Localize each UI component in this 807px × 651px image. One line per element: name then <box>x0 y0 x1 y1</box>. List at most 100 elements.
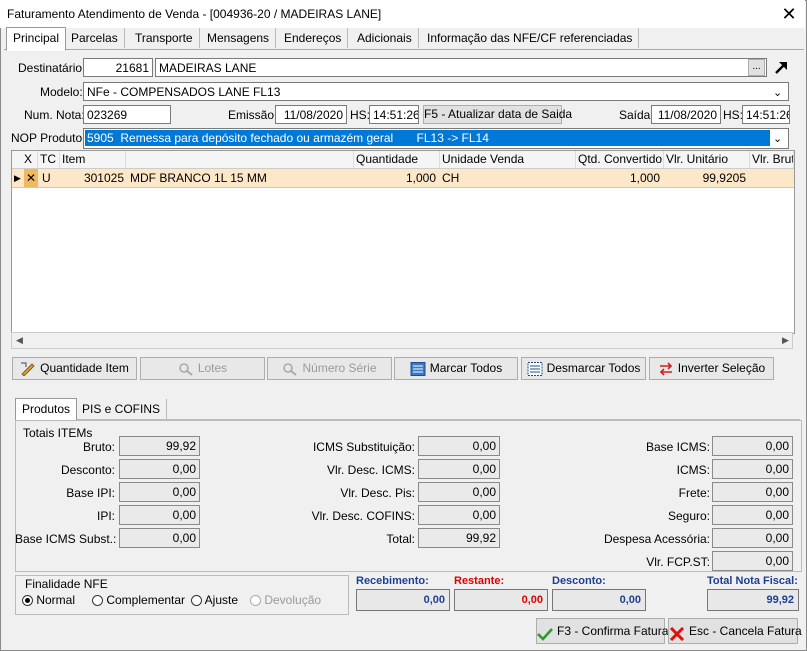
cell-qtd-convertido: 1,000 <box>629 171 660 185</box>
emissao-date-field[interactable]: 11/08/2020 <box>275 105 347 124</box>
total-value: 99,92 <box>418 528 500 548</box>
emissao-label: Emissão: <box>228 108 278 122</box>
row-mark-checkbox[interactable]: ✕ <box>24 169 38 187</box>
arrow-up-right-icon[interactable] <box>772 58 790 76</box>
lookup-button[interactable]: ... <box>748 59 765 76</box>
numero-serie-button[interactable]: Número Série <box>267 357 392 380</box>
quantidade-item-button[interactable]: Quantidade Item <box>12 357 137 380</box>
column-header-description[interactable] <box>126 151 354 168</box>
emissao-time-field[interactable]: 14:51:26 <box>369 105 419 124</box>
radio-complementar-label: Complementar <box>106 593 186 607</box>
icms-label: ICMS: <box>676 463 710 477</box>
saida-date-field[interactable]: 11/08/2020 <box>651 105 721 124</box>
base-icms-label: Base ICMS: <box>645 440 710 454</box>
vlr-desc-pis-label: Vlr. Desc. Pis: <box>340 486 415 500</box>
destinatario-label: Destinatário: <box>18 61 86 75</box>
chevron-down-icon[interactable]: ⌄ <box>773 132 782 145</box>
scroll-right-icon[interactable]: ▶ <box>782 335 789 346</box>
column-header-qtd-convertido[interactable]: Qtd. Convertido <box>576 151 664 168</box>
quantidade-item-label: Quantidade Item <box>40 361 129 375</box>
column-header-item[interactable]: Item <box>60 151 126 168</box>
total-nota-fiscal-label: Total Nota Fiscal: <box>707 575 798 587</box>
column-header-vlr-unitario[interactable]: Vlr. Unitário <box>664 151 750 168</box>
cell-item: 301025 <box>83 171 124 185</box>
confirm-invoice-button[interactable]: F3 - Confirma Fatura <box>536 618 668 644</box>
vlr-desc-cofins-label: Vlr. Desc. COFINS: <box>311 509 415 523</box>
tab-adicionais[interactable]: Adicionais <box>351 28 419 48</box>
desconto-summary-label: Desconto: <box>552 575 606 587</box>
inverter-selecao-button[interactable]: Inverter Seleção <box>649 357 774 380</box>
inverter-selecao-label: Inverter Seleção <box>677 361 766 375</box>
num-nota-label: Num. Nota: <box>24 108 85 122</box>
modelo-select[interactable]: NFe - COMPENSADOS LANE FL13 <box>83 82 789 101</box>
scroll-left-icon[interactable]: ◀ <box>16 335 23 346</box>
modelo-label: Modelo: <box>40 85 83 99</box>
swap-arrows-icon <box>658 362 674 376</box>
saida-time-field[interactable]: 14:51:26 <box>742 105 790 124</box>
close-icon <box>669 625 685 641</box>
base-icms-subst-label: Base ICMS Subst.: <box>15 532 117 546</box>
vlr-desc-icms-label: Vlr. Desc. ICMS: <box>326 463 415 477</box>
tab-nfe-referenciadas[interactable]: Informação das NFE/CF referenciadas <box>421 28 640 48</box>
recebimento-label: Recebimento: <box>356 575 429 587</box>
tab-mensagens[interactable]: Mensagens <box>201 28 277 48</box>
radio-complementar-indicator[interactable] <box>92 595 103 607</box>
numero-serie-label: Número Série <box>302 361 377 375</box>
marcar-todos-label: Marcar Todos <box>429 361 503 375</box>
tab-transporte[interactable]: Transporte <box>129 28 200 48</box>
vlr-desc-icms-value: 0,00 <box>418 459 500 479</box>
lotes-button[interactable]: Lotes <box>140 357 265 380</box>
update-saida-button[interactable]: F5 - Atualizar data de Saida <box>423 105 572 124</box>
seguro-label: Seguro: <box>667 509 710 523</box>
tab-enderecos[interactable]: Endereços <box>278 28 349 48</box>
saida-label: Saída: <box>619 108 654 122</box>
table-row[interactable]: ▶ ✕ U 301025 MDF BRANCO 1L 15 MM 1,000 C… <box>12 169 794 188</box>
cell-quantidade[interactable]: 1,000 <box>354 169 438 187</box>
list-uncheck-icon <box>527 361 543 376</box>
close-icon[interactable]: ✕ <box>778 3 800 25</box>
despesa-acessoria-value: 0,00 <box>712 528 793 548</box>
list-check-icon <box>410 361 426 376</box>
radio-devolucao-indicator[interactable] <box>250 595 261 607</box>
totais-title: Totais ITEMs <box>23 426 93 440</box>
num-nota-field[interactable]: 023269 <box>83 105 171 124</box>
desconto-value: 0,00 <box>119 459 200 479</box>
vlr-fcp-st-value: 0,00 <box>712 551 793 571</box>
desmarcar-todos-button[interactable]: Desmarcar Todos <box>521 357 646 380</box>
restante-value: 0,00 <box>454 589 548 611</box>
column-header-x[interactable]: X <box>22 151 38 168</box>
chevron-down-icon[interactable]: ⌄ <box>773 86 782 99</box>
column-header-quantidade[interactable]: Quantidade <box>354 151 440 168</box>
radio-ajuste[interactable]: Ajuste <box>191 593 238 607</box>
desconto-summary-value: 0,00 <box>552 589 646 611</box>
destinatario-name-field[interactable]: MADEIRAS LANE <box>155 58 767 77</box>
grid-horizontal-scrollbar[interactable]: ◀ ▶ <box>11 332 793 349</box>
cell-tc: U <box>42 171 51 185</box>
radio-complementar[interactable]: Complementar <box>92 593 185 607</box>
subtab-pis-cofins[interactable]: PIS e COFINS <box>76 399 168 419</box>
radio-normal-label: Normal <box>36 593 76 607</box>
frete-value: 0,00 <box>712 482 793 502</box>
window-title: Faturamento Atendimento de Venda - [0049… <box>7 7 382 21</box>
tab-parcelas[interactable]: Parcelas <box>65 28 125 48</box>
despesa-acessoria-label: Despesa Acessória: <box>603 532 710 546</box>
subtab-produtos[interactable]: Produtos <box>15 398 78 421</box>
tab-principal[interactable]: Principal <box>6 27 67 51</box>
column-header-vlr-bruto[interactable]: Vlr. Bruto <box>750 151 794 168</box>
vlr-fcp-st-label: Vlr. FCP.ST: <box>646 555 710 569</box>
desconto-label: Desconto: <box>60 463 115 477</box>
seguro-value: 0,00 <box>712 505 793 525</box>
search-icon <box>178 362 194 376</box>
row-pointer-icon: ▶ <box>14 173 21 183</box>
radio-normal-indicator[interactable] <box>22 595 33 607</box>
cancel-invoice-button[interactable]: Esc - Cancela Fatura <box>668 618 802 644</box>
column-header-tc[interactable]: TC <box>38 151 60 168</box>
destinatario-code-field[interactable]: 21681 <box>83 58 153 77</box>
radio-devolucao[interactable]: Devolução <box>250 593 321 607</box>
radio-devolucao-label: Devolução <box>264 593 322 607</box>
radio-ajuste-indicator[interactable] <box>191 595 202 607</box>
column-header-unidade-venda[interactable]: Unidade Venda <box>440 151 576 168</box>
marcar-todos-button[interactable]: Marcar Todos <box>394 357 518 380</box>
items-grid[interactable]: X TC Item Quantidade Unidade Venda Qtd. … <box>11 150 795 334</box>
radio-normal[interactable]: Normal <box>22 593 75 607</box>
